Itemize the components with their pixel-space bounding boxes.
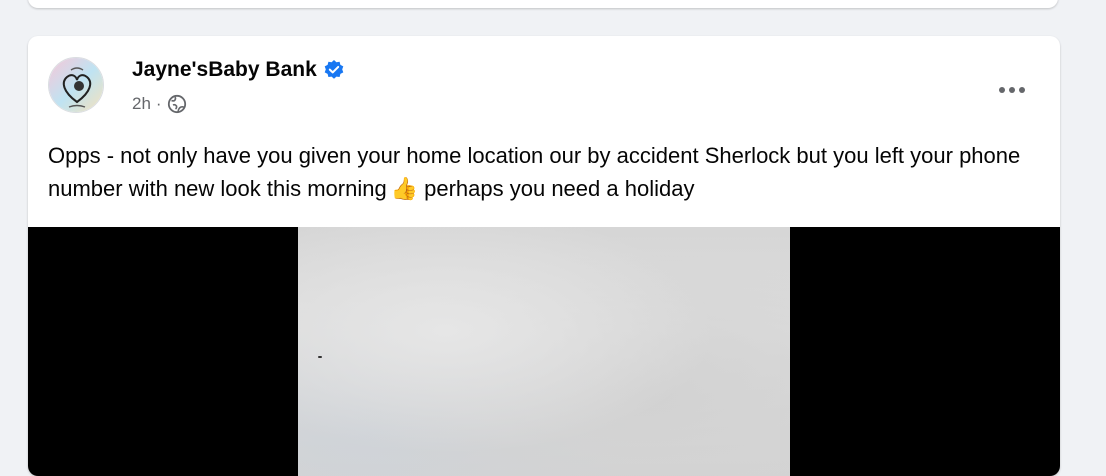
meta-separator: · bbox=[155, 94, 162, 113]
video-frame bbox=[298, 227, 790, 476]
globe-icon[interactable] bbox=[167, 94, 187, 114]
video-frame-detail bbox=[318, 356, 322, 358]
verified-badge-icon bbox=[323, 59, 345, 81]
post-message: Opps - not only have you given your home… bbox=[48, 139, 1038, 206]
previous-post-card bbox=[28, 0, 1058, 8]
more-horizontal-icon bbox=[999, 87, 1025, 93]
thumbs-up-emoji: 👍 bbox=[390, 177, 419, 202]
page-avatar[interactable] bbox=[48, 57, 104, 113]
post-card: Jayne'sBaby Bank 2h · Opps - not only ha… bbox=[28, 36, 1060, 476]
avatar-logo-icon bbox=[49, 58, 103, 112]
post-timestamp-link[interactable]: 2h bbox=[132, 94, 151, 114]
post-video[interactable] bbox=[28, 227, 1060, 476]
post-text-part2: perhaps you need a holiday bbox=[424, 176, 695, 201]
post-options-button[interactable] bbox=[992, 72, 1032, 108]
page-name-link[interactable]: Jayne'sBaby Bank bbox=[132, 58, 317, 82]
